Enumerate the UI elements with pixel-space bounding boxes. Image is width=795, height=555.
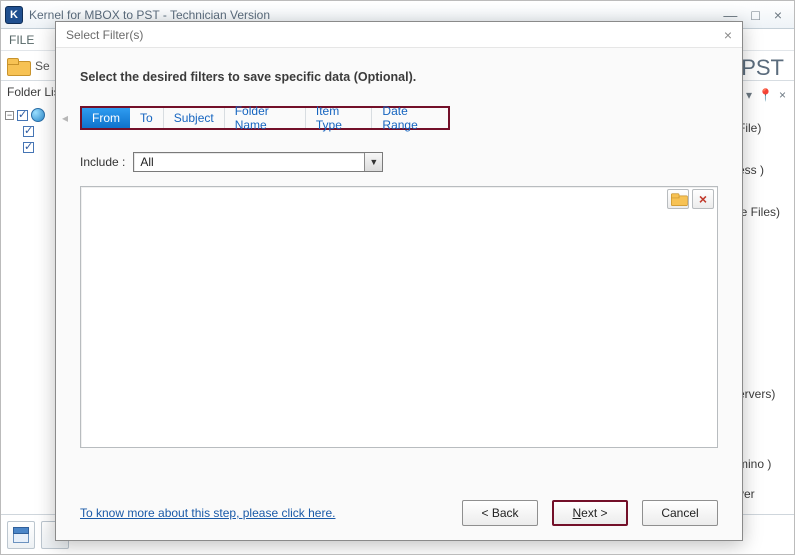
cancel-button-label: Cancel <box>661 506 698 520</box>
tree-collapse-icon[interactable]: − <box>5 111 14 120</box>
tree-checkbox[interactable] <box>17 110 28 121</box>
window-title: Kernel for MBOX to PST - Technician Vers… <box>29 8 270 22</box>
calendar-tool-button[interactable] <box>7 521 35 549</box>
right-item[interactable]: le Files) <box>738 191 794 233</box>
remove-item-button[interactable]: × <box>692 189 714 209</box>
calendar-icon <box>13 527 29 543</box>
toolbar-select-label: Se <box>35 59 50 73</box>
tree-root-row[interactable]: − <box>5 107 55 123</box>
folder-tree[interactable]: − <box>1 103 55 155</box>
folder-list-header: Folder Lis <box>1 81 55 103</box>
right-gap <box>738 233 794 373</box>
tree-checkbox[interactable] <box>23 142 34 153</box>
folder-icon <box>671 193 685 204</box>
include-label: Include : <box>80 155 125 169</box>
folder-list-panel: Folder Lis − <box>1 81 55 514</box>
tabs-prev-arrow[interactable]: ◂ <box>62 111 68 125</box>
right-gap <box>738 415 794 443</box>
filter-list-panel: × <box>80 186 718 448</box>
tab-subject[interactable]: Subject <box>164 108 225 128</box>
include-value: All <box>134 155 364 169</box>
app-logo: K <box>5 6 23 24</box>
open-folder-button[interactable] <box>667 189 689 209</box>
remove-x-icon: × <box>699 191 707 207</box>
include-row: Include : All ▼ <box>80 152 718 172</box>
maximize-button[interactable]: □ <box>751 7 759 23</box>
tab-to[interactable]: To <box>130 108 164 128</box>
right-pane-list: File) ess ) le Files) ervers) mino ) ver… <box>738 107 794 545</box>
dialog-title: Select Filter(s) <box>66 28 143 42</box>
world-icon <box>31 108 45 122</box>
dialog-footer: To know more about this step, please cli… <box>56 494 742 540</box>
dropdown-icon[interactable]: ▾ <box>746 89 752 101</box>
right-item[interactable]: File) <box>738 107 794 149</box>
tab-from[interactable]: From <box>82 108 130 128</box>
next-button[interactable]: Next > <box>552 500 628 526</box>
right-pane-controls: ▾ 📍 × <box>746 89 786 101</box>
next-button-label: Next > <box>572 506 607 520</box>
select-filters-dialog: Select Filter(s) × Select the desired fi… <box>55 21 743 541</box>
dialog-titlebar: Select Filter(s) × <box>56 22 742 48</box>
tab-folder-name[interactable]: Folder Name <box>225 108 306 128</box>
close-window-button[interactable]: × <box>774 7 782 23</box>
cancel-button[interactable]: Cancel <box>642 500 718 526</box>
folder-open-icon[interactable] <box>7 58 29 74</box>
right-item[interactable]: mino ) <box>738 443 794 485</box>
dialog-close-button[interactable]: × <box>724 27 732 43</box>
tab-date-range[interactable]: Date Range <box>372 108 448 128</box>
pin-icon[interactable]: 📍 <box>758 89 773 101</box>
menu-file[interactable]: FILE <box>9 33 34 47</box>
tree-checkbox[interactable] <box>23 126 34 137</box>
right-item[interactable]: ervers) <box>738 373 794 415</box>
close-pane-icon[interactable]: × <box>779 89 786 101</box>
dialog-instruction: Select the desired filters to save speci… <box>80 70 718 84</box>
back-button-label: < Back <box>481 506 518 520</box>
help-link[interactable]: To know more about this step, please cli… <box>80 506 335 520</box>
tree-child-row[interactable] <box>5 123 55 139</box>
back-button[interactable]: < Back <box>462 500 538 526</box>
tree-child-row[interactable] <box>5 139 55 155</box>
tab-item-type[interactable]: Item Type <box>306 108 373 128</box>
right-item[interactable]: ver <box>738 485 794 515</box>
right-item[interactable]: ess ) <box>738 149 794 191</box>
right-pane-title: PST <box>741 55 784 81</box>
include-combobox[interactable]: All ▼ <box>133 152 383 172</box>
dropdown-arrow-icon[interactable]: ▼ <box>364 153 382 171</box>
filter-tabs: From To Subject Folder Name Item Type Da… <box>80 106 450 130</box>
